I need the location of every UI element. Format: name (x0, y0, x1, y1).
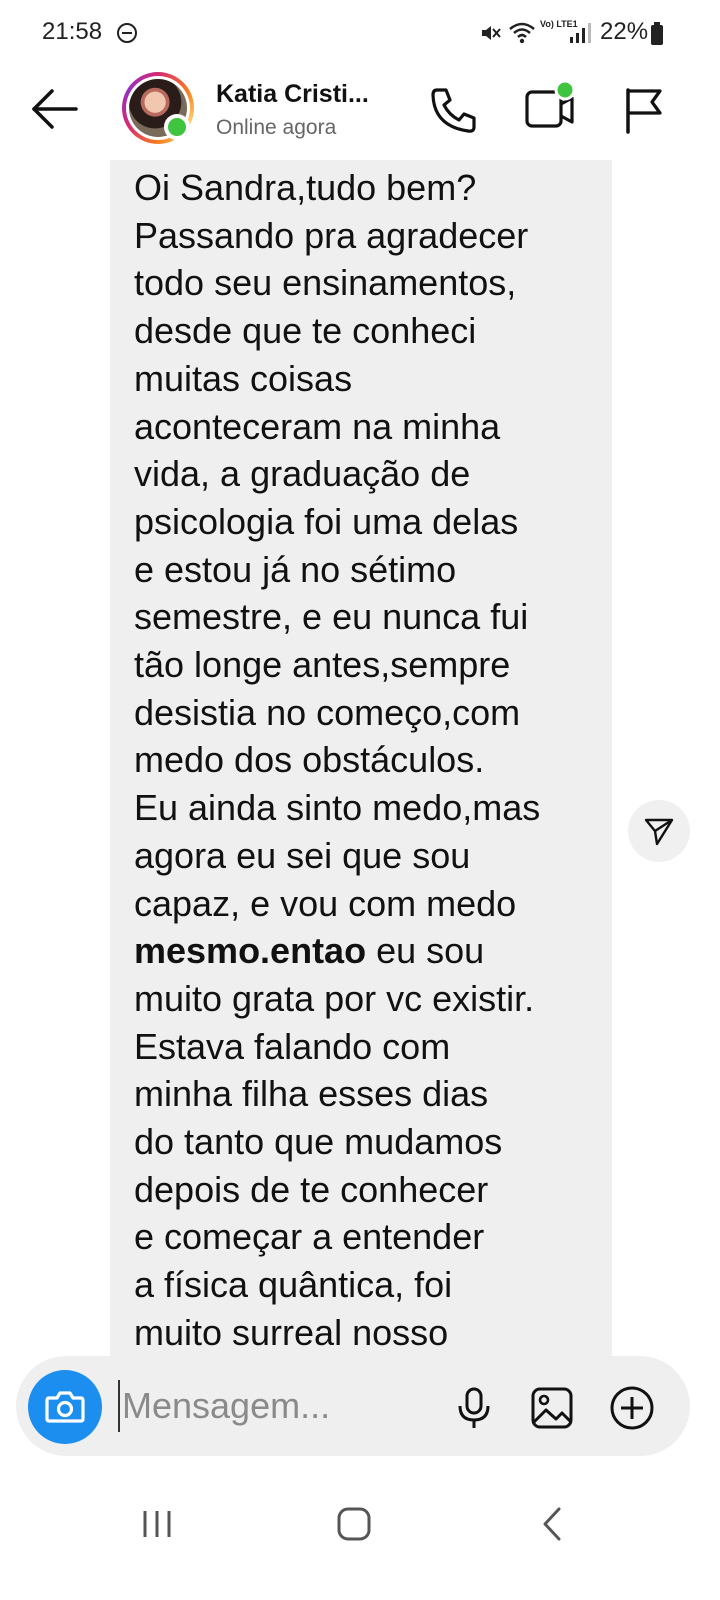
battery-icon (651, 22, 663, 45)
chat-header: Katia Cristi... Online agora (0, 64, 720, 156)
wifi-icon (509, 22, 535, 44)
plus-circle-icon (610, 1386, 654, 1430)
message-composer (16, 1356, 690, 1456)
do-not-disturb-icon (117, 23, 137, 43)
message-text: Oi Sandra,tudo bem? Passando pra agradec… (134, 164, 604, 1357)
phone-icon (431, 88, 476, 133)
signal-icon (570, 23, 591, 43)
microphone-icon (458, 1387, 490, 1428)
back-chevron-icon (543, 1507, 561, 1541)
online-indicator (164, 114, 190, 140)
home-icon (337, 1507, 371, 1541)
image-icon (531, 1387, 573, 1429)
send-icon (644, 818, 674, 846)
recents-button[interactable] (140, 1508, 174, 1540)
share-message-button[interactable] (628, 800, 690, 862)
mute-icon (482, 26, 501, 40)
home-button[interactable] (336, 1506, 372, 1542)
arrow-left-icon (32, 89, 78, 129)
recents-icon (143, 1511, 171, 1537)
gallery-button[interactable] (530, 1386, 574, 1430)
message-bubble[interactable]: Oi Sandra,tudo bem? Passando pra agradec… (110, 160, 612, 1360)
nav-back-button[interactable] (540, 1506, 564, 1542)
battery-percent: 22% (600, 18, 649, 45)
message-text-part2: eu sou muito grata por vc existir. Estav… (134, 930, 535, 1353)
message-input[interactable] (118, 1380, 438, 1432)
voice-message-button[interactable] (456, 1386, 492, 1430)
more-options-button[interactable] (608, 1384, 656, 1432)
back-button[interactable] (30, 86, 80, 132)
video-call-button[interactable] (520, 80, 580, 136)
status-bar: 21:58 Vo) LTE1 22% (0, 0, 720, 64)
camera-icon (45, 1391, 85, 1423)
call-button[interactable] (428, 84, 480, 136)
report-button[interactable] (618, 84, 668, 136)
contact-status: Online agora (216, 116, 337, 139)
camera-button[interactable] (28, 1370, 102, 1444)
contact-name[interactable]: Katia Cristi... (216, 80, 369, 109)
system-nav-bar (0, 1486, 720, 1562)
video-camera-icon (525, 80, 576, 128)
status-time: 21:58 (42, 18, 103, 45)
flag-icon (626, 88, 662, 134)
message-text-part1: Oi Sandra,tudo bem? Passando pra agradec… (134, 167, 541, 924)
message-text-bold: mesmo.entao (134, 930, 367, 972)
